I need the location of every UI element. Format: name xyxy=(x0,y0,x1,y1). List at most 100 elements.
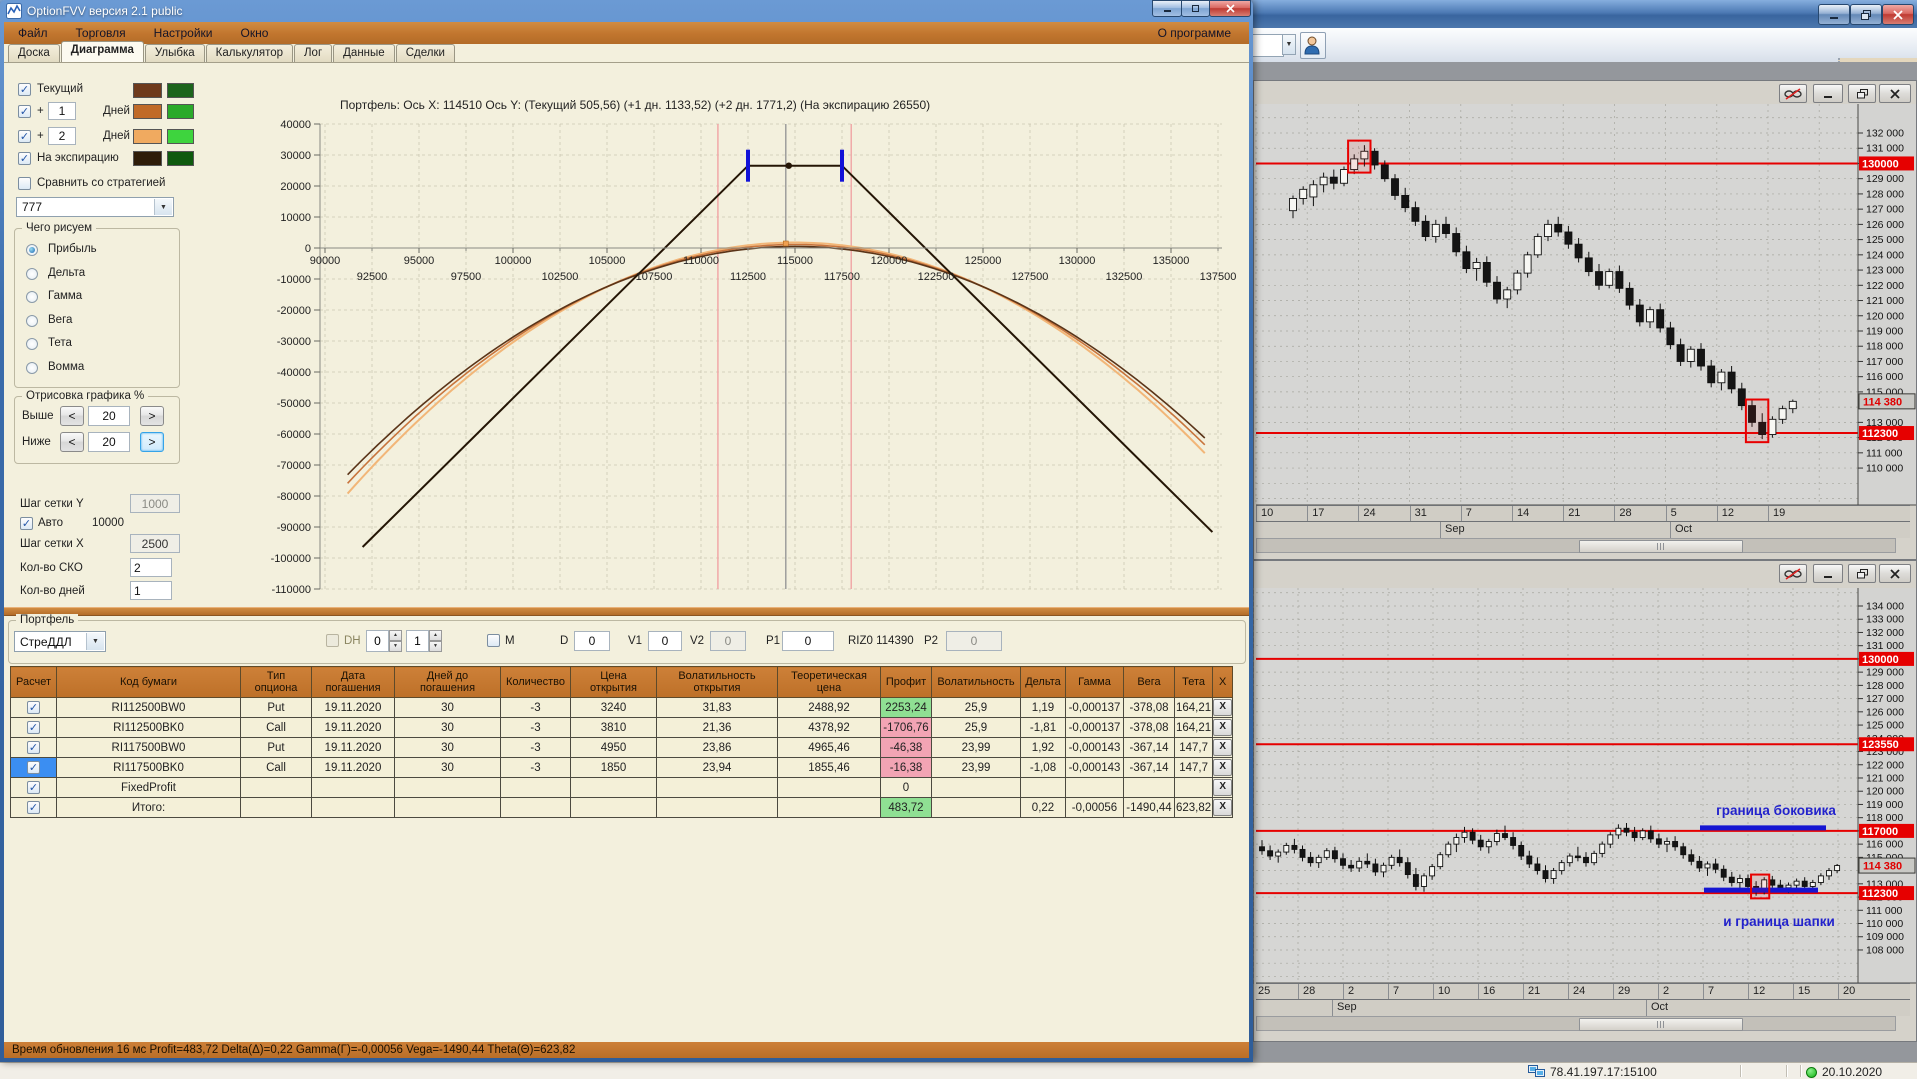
splitter-handle[interactable] xyxy=(4,607,1249,616)
cell-gamma[interactable]: -0,000137 xyxy=(1065,697,1124,718)
checkbox-dh[interactable]: ✓ xyxy=(326,634,339,647)
remove-row-button[interactable]: X xyxy=(1213,799,1232,816)
below-increase-button[interactable]: > xyxy=(140,432,164,452)
cell-iv[interactable]: 25,9 xyxy=(931,717,1021,738)
daily-chart-close-button[interactable] xyxy=(1879,84,1911,103)
cell-iv[interactable]: 23,99 xyxy=(931,757,1021,778)
cell-date[interactable]: 19.11.2020 xyxy=(311,697,395,718)
cell-ivo[interactable]: 31,83 xyxy=(656,697,778,718)
chart-window-daily[interactable] xyxy=(1253,80,1917,560)
daily-chart-minimize-button[interactable] xyxy=(1813,84,1843,103)
radio-Тета[interactable] xyxy=(26,338,38,350)
cell-code[interactable]: Итого: xyxy=(56,797,241,818)
cell-days[interactable]: 30 xyxy=(394,717,501,738)
cell-delta[interactable]: -1,81 xyxy=(1020,717,1066,738)
cell-days[interactable]: 30 xyxy=(394,697,501,718)
row-checkbox-cell[interactable]: ✓ xyxy=(10,757,57,778)
cell-type[interactable] xyxy=(240,797,312,818)
above-decrease-button[interactable]: < xyxy=(60,406,84,426)
daily-chart-scrollbar[interactable] xyxy=(1256,538,1896,553)
intraday-chart-minimize-button[interactable] xyxy=(1813,564,1843,583)
cell-vega[interactable]: -1490,44 xyxy=(1123,797,1175,818)
cell-type[interactable]: Call xyxy=(240,717,312,738)
cell-theta[interactable]: 147,7 xyxy=(1173,737,1214,758)
cell-gamma[interactable]: -0,000137 xyxy=(1065,717,1124,738)
row-checkbox[interactable]: ✓ xyxy=(27,801,40,814)
cell-profit[interactable]: -16,38 xyxy=(880,757,932,778)
tab-Данные[interactable]: Данные xyxy=(333,44,395,62)
cell-open[interactable]: 4950 xyxy=(570,737,657,758)
cell-open[interactable] xyxy=(570,797,657,818)
cell-qty[interactable]: -3 xyxy=(500,697,571,718)
remove-row-button[interactable]: X xyxy=(1213,759,1232,776)
toolbar-combobox[interactable] xyxy=(1250,34,1284,57)
radio-Гамма[interactable] xyxy=(26,291,38,303)
v2-input[interactable] xyxy=(710,631,746,651)
row-checkbox-cell[interactable]: ✓ xyxy=(10,797,57,818)
cell-qty[interactable]: -3 xyxy=(500,757,571,778)
daily-chart-disconnect-button[interactable] xyxy=(1779,84,1807,103)
spinner-up-icon[interactable]: ▲ xyxy=(429,630,442,641)
radio-Вомма[interactable] xyxy=(26,361,38,374)
quik-close-button[interactable] xyxy=(1882,4,1914,25)
cell-theo[interactable]: 4965,46 xyxy=(777,737,881,758)
cell-code[interactable]: FixedProfit xyxy=(56,777,241,798)
ofv-close-button[interactable] xyxy=(1209,0,1251,17)
spinner-up-icon[interactable]: ▲ xyxy=(389,630,402,641)
remove-row-button[interactable]: X xyxy=(1213,719,1232,736)
days2-input[interactable] xyxy=(48,127,76,145)
spinner-down-icon[interactable]: ▼ xyxy=(429,641,442,652)
cell-open[interactable]: 3240 xyxy=(570,697,657,718)
cell-date[interactable]: 19.11.2020 xyxy=(311,757,395,778)
cell-gamma[interactable]: -0,000143 xyxy=(1065,757,1124,778)
cell-type[interactable]: Put xyxy=(240,737,312,758)
intraday-chart-restore-button[interactable] xyxy=(1848,564,1876,583)
color-swatch[interactable] xyxy=(167,83,194,98)
ofv-maximize-button[interactable] xyxy=(1181,0,1210,17)
chart-window-intraday[interactable] xyxy=(1253,560,1917,1042)
cell-vega[interactable]: -378,08 xyxy=(1123,697,1175,718)
cell-theo[interactable]: 4378,92 xyxy=(777,717,881,738)
cell-open[interactable]: 3810 xyxy=(570,717,657,738)
spinner-down-icon[interactable]: ▼ xyxy=(389,641,402,652)
p2-input[interactable] xyxy=(946,631,1002,651)
cell-theo[interactable] xyxy=(777,777,881,798)
cell-type[interactable]: Put xyxy=(240,697,312,718)
cell-ivo[interactable] xyxy=(656,777,778,798)
color-swatch[interactable] xyxy=(133,104,162,119)
checkbox-auto[interactable]: ✓ xyxy=(20,517,33,530)
cell-theo[interactable]: 2488,92 xyxy=(777,697,881,718)
cell-delta[interactable] xyxy=(1020,777,1066,798)
cell-ivo[interactable] xyxy=(656,797,778,818)
cell-ivo[interactable]: 23,94 xyxy=(656,757,778,778)
quik-maximize-button[interactable] xyxy=(1850,4,1882,25)
cell-vega[interactable]: -367,14 xyxy=(1123,737,1175,758)
cell-profit[interactable]: 483,72 xyxy=(880,797,932,818)
strategy-combobox[interactable]: 777 ▼ xyxy=(16,197,174,217)
cell-date[interactable] xyxy=(311,797,395,818)
intraday-chart-disconnect-button[interactable] xyxy=(1779,564,1807,583)
tab-Сделки[interactable]: Сделки xyxy=(395,44,455,62)
menu-item-2[interactable]: Настройки xyxy=(140,26,227,40)
cell-qty[interactable]: -3 xyxy=(500,717,571,738)
cell-theo[interactable] xyxy=(777,797,881,818)
daily-chart-restore-button[interactable] xyxy=(1848,84,1876,103)
cell-theta[interactable]: 147,7 xyxy=(1173,757,1214,778)
cell-date[interactable]: 19.11.2020 xyxy=(311,737,395,758)
cell-code[interactable]: RI117500BK0 xyxy=(56,757,241,778)
cell-date[interactable]: 19.11.2020 xyxy=(311,717,395,738)
v1-input[interactable] xyxy=(648,631,682,651)
cell-profit[interactable]: 0 xyxy=(880,777,932,798)
grid-y-input[interactable] xyxy=(130,494,180,513)
cell-gamma[interactable]: -0,00056 xyxy=(1065,797,1124,818)
d-input[interactable] xyxy=(574,631,610,651)
cell-type[interactable]: Call xyxy=(240,757,312,778)
cell-theta[interactable]: 623,82 xyxy=(1173,797,1214,818)
row-checkbox-cell[interactable]: ✓ xyxy=(10,697,57,718)
checkbox-expiration[interactable]: ✓ xyxy=(18,152,31,165)
cell-type[interactable] xyxy=(240,777,312,798)
user-toolbar-button[interactable] xyxy=(1300,32,1326,59)
intraday-chart-scrollbar[interactable] xyxy=(1256,1016,1896,1031)
cell-ivo[interactable]: 21,36 xyxy=(656,717,778,738)
cell-days[interactable]: 30 xyxy=(394,757,501,778)
